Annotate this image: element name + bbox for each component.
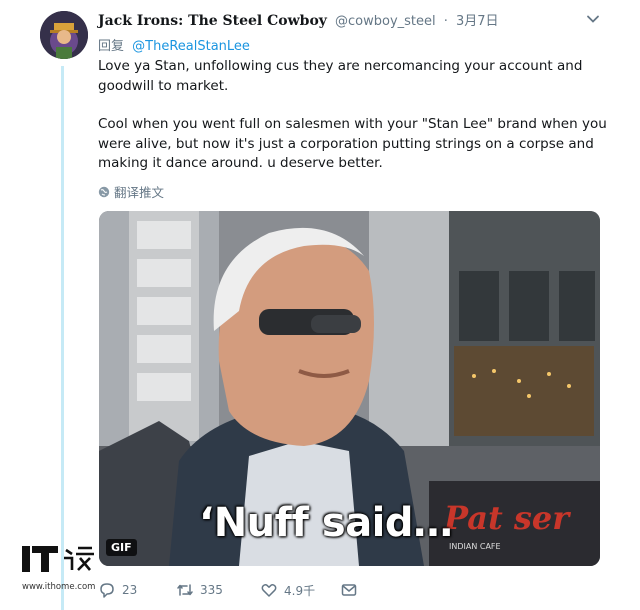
reply-button[interactable]: 23	[98, 581, 176, 599]
ithome-watermark: www.ithome.com	[22, 544, 102, 596]
tweet-paragraph-1: Love ya Stan, unfollowing cus they are n…	[98, 58, 583, 94]
watermark-logo	[22, 544, 102, 580]
display-name[interactable]: Jack Irons: The Steel Cowboy	[98, 13, 327, 29]
like-button[interactable]: 4.9千	[260, 581, 340, 599]
tweet-actions-bar: 23 335 4.9千	[98, 578, 358, 602]
tweet-paragraph-2: Cool when you went full on salesmen with…	[98, 116, 607, 171]
reply-context: 回复 @TheRealStanLee	[98, 35, 250, 54]
tweet-date[interactable]: 3月7日	[456, 14, 499, 29]
retweet-count: 335	[200, 583, 223, 597]
retweet-icon	[177, 584, 193, 596]
thread-connector-line	[61, 66, 64, 610]
avatar[interactable]	[40, 11, 88, 59]
watermark-url: www.ithome.com	[22, 582, 96, 592]
chevron-down-icon[interactable]	[586, 12, 600, 26]
ithome-logo-mark	[22, 546, 94, 572]
translate-tweet-link[interactable]: 翻译推文	[98, 182, 164, 201]
svg-text:INDIAN CAFE: INDIAN CAFE	[449, 542, 501, 551]
tweet-header: Jack Irons: The Steel Cowboy @cowboy_ste…	[98, 10, 600, 30]
retweet-button[interactable]: 335	[176, 581, 260, 599]
reply-prefix: 回复	[98, 39, 125, 54]
globe-icon	[98, 186, 110, 197]
reply-mention-link[interactable]: @TheRealStanLee	[132, 39, 250, 54]
reply-count: 23	[122, 583, 138, 597]
svg-text:Pat ser: Pat ser	[443, 499, 571, 537]
gif-badge: GIF	[106, 539, 137, 556]
translate-label: 翻译推文	[114, 185, 165, 200]
gif-caption: ‘Nuff said…	[199, 500, 453, 546]
heart-icon	[261, 584, 277, 597]
like-count: 4.9千	[284, 583, 316, 598]
tweet-text: Love ya Stan, unfollowing cus they are n…	[98, 57, 608, 193]
separator-dot: ·	[443, 14, 448, 29]
envelope-icon	[341, 584, 357, 596]
direct-message-button[interactable]	[340, 581, 358, 599]
avatar-image	[40, 11, 88, 59]
user-handle[interactable]: @cowboy_steel	[335, 14, 436, 29]
